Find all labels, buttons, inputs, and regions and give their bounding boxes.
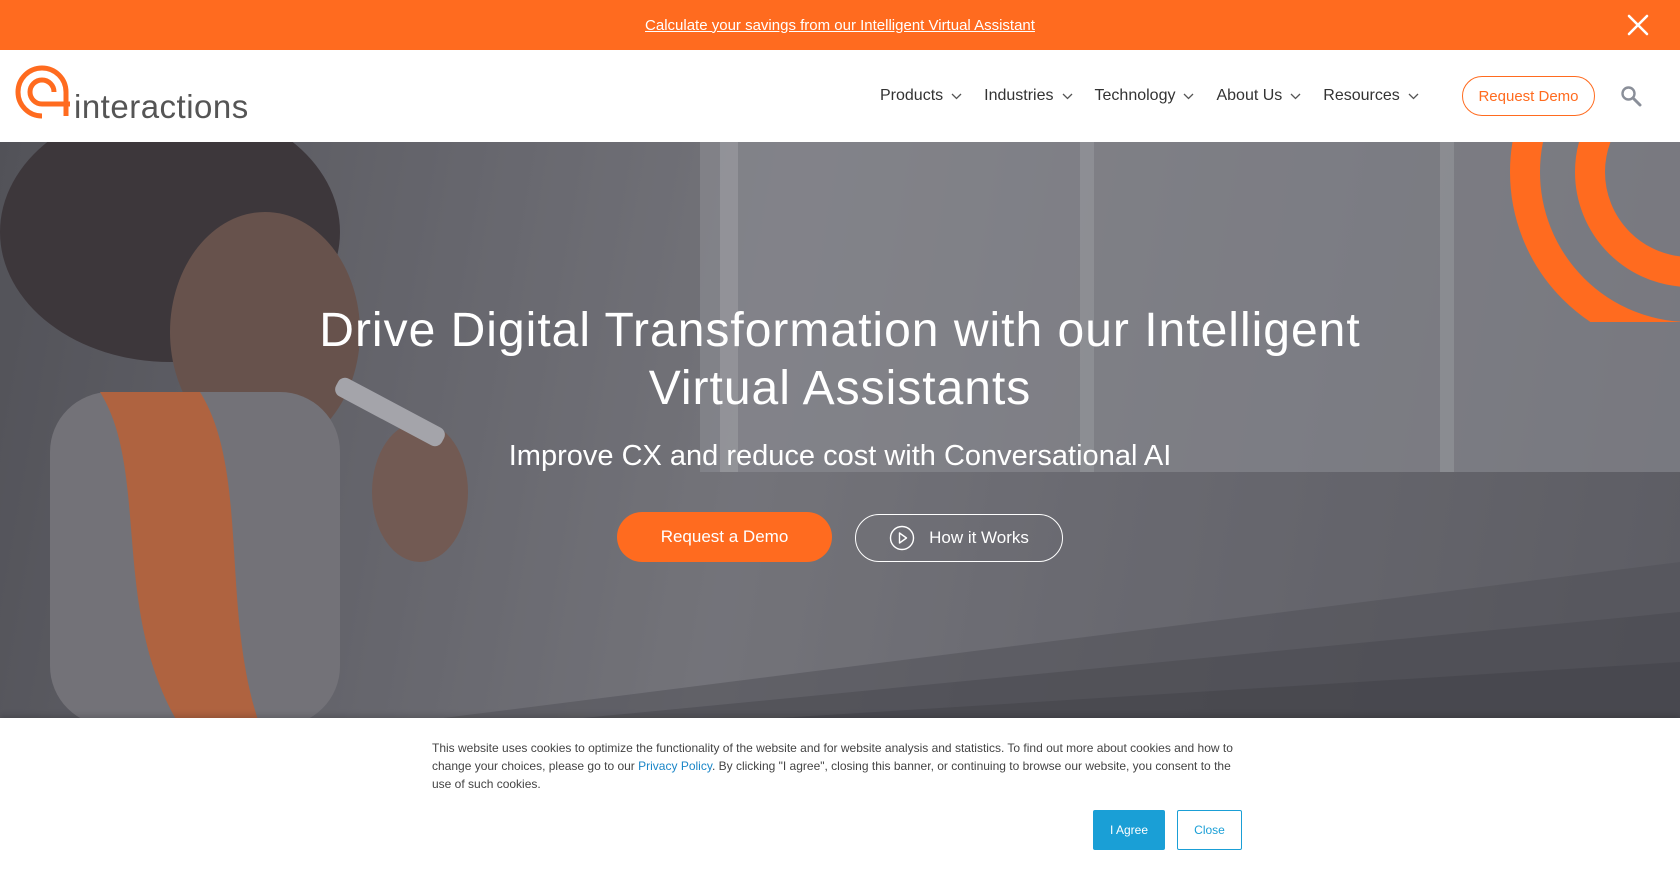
logo[interactable]: interactions xyxy=(14,64,254,128)
chevron-down-icon xyxy=(951,93,962,99)
cookie-message: This website uses cookies to optimize th… xyxy=(432,739,1237,793)
cookie-agree-button[interactable]: I Agree xyxy=(1093,810,1165,850)
hero-section: Drive Digital Transformation with our In… xyxy=(0,142,1680,726)
nav-item-products[interactable]: Products xyxy=(880,87,962,105)
nav-item-label: About Us xyxy=(1216,87,1283,104)
nav-item-label: Industries xyxy=(984,87,1054,104)
close-icon[interactable] xyxy=(1626,13,1650,37)
chevron-down-icon xyxy=(1184,93,1194,99)
request-demo-button[interactable]: Request Demo xyxy=(1462,76,1595,116)
site-header: interactions Products Industries Technol… xyxy=(0,50,1680,142)
chevron-down-icon xyxy=(1408,93,1419,99)
promo-bar: Calculate your savings from our Intellig… xyxy=(0,0,1680,50)
hero-request-demo-button[interactable]: Request a Demo xyxy=(617,512,832,562)
how-it-works-button[interactable]: How it Works xyxy=(855,514,1063,562)
hero-overlay xyxy=(0,142,1680,726)
play-icon xyxy=(889,525,915,551)
nav-item-industries[interactable]: Industries xyxy=(984,87,1072,105)
logo-text: interactions xyxy=(74,88,249,125)
nav-item-technology[interactable]: Technology xyxy=(1095,87,1195,105)
how-it-works-label: How it Works xyxy=(929,528,1029,547)
main-nav: Products Industries Technology About Us … xyxy=(880,50,1441,142)
nav-item-resources[interactable]: Resources xyxy=(1323,87,1419,105)
nav-item-label: Technology xyxy=(1094,87,1176,104)
promo-savings-link[interactable]: Calculate your savings from our Intellig… xyxy=(645,17,1035,34)
hero-title: Drive Digital Transformation with our In… xyxy=(319,304,1361,415)
logo-mark-icon xyxy=(15,65,70,120)
search-icon[interactable] xyxy=(1620,85,1642,107)
cookie-banner: This website uses cookies to optimize th… xyxy=(0,718,1680,876)
decorative-rings-icon xyxy=(1510,142,1680,322)
chevron-down-icon xyxy=(1062,93,1072,99)
hero-subtitle: Improve CX and reduce cost with Conversa… xyxy=(508,440,1172,472)
nav-item-label: Resources xyxy=(1323,87,1400,104)
nav-item-label: Products xyxy=(880,87,944,104)
chevron-down-icon xyxy=(1290,93,1301,99)
nav-item-about-us[interactable]: About Us xyxy=(1216,87,1301,105)
privacy-policy-link[interactable]: Privacy Policy xyxy=(638,759,712,773)
cookie-close-button[interactable]: Close xyxy=(1177,810,1242,850)
